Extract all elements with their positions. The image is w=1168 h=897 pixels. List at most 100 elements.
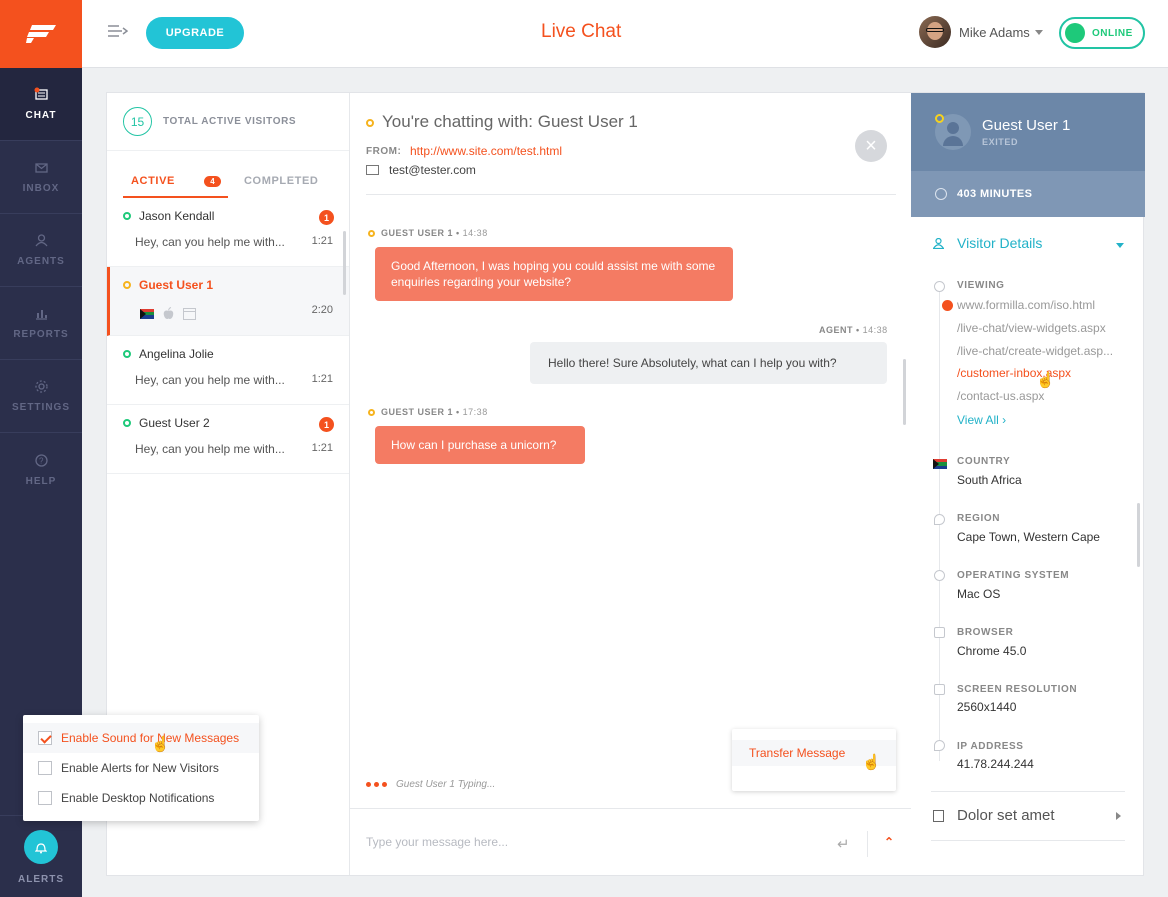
status-dot — [123, 212, 131, 220]
divider — [867, 831, 868, 857]
view-all-link[interactable]: View All › — [957, 413, 1006, 427]
upgrade-button[interactable]: UPGRADE — [146, 17, 244, 49]
extra-section[interactable]: Dolor set amet — [931, 791, 1125, 841]
menu-toggle-icon[interactable] — [108, 24, 129, 43]
list-item[interactable]: Guest User 1 2:20 — [107, 267, 349, 336]
os-label: OPERATING SYSTEM — [957, 570, 1070, 581]
logo-icon — [26, 25, 56, 43]
viewed-page-link[interactable]: www.formilla.com/iso.html — [941, 298, 1095, 312]
avatar[interactable] — [919, 16, 951, 48]
sidebar-item-reports[interactable]: REPORTS — [0, 287, 82, 360]
guest-status-dot — [368, 230, 375, 237]
sidebar-item-inbox[interactable]: INBOX — [0, 141, 82, 214]
viewed-page-link[interactable]: /contact-us.aspx — [957, 389, 1044, 403]
message-meta: AGENT • 14:38 — [819, 325, 888, 335]
list-item[interactable]: Guest User 2 1 Hey, can you help me with… — [107, 405, 349, 474]
chevron-down-icon[interactable] — [1035, 30, 1043, 35]
region-value: Cape Town, Western Cape — [957, 530, 1100, 544]
list-item[interactable]: Angelina Jolie Hey, can you help me with… — [107, 336, 349, 405]
chevron-down-icon[interactable] — [1116, 243, 1124, 248]
browser-value: Chrome 45.0 — [957, 644, 1027, 658]
list-item[interactable]: Jason Kendall 1 Hey, can you help me wit… — [107, 198, 349, 267]
os-value: Mac OS — [957, 587, 1001, 601]
checkbox[interactable] — [38, 761, 52, 775]
browser-icon — [183, 307, 196, 320]
hand-cursor-icon: ☝ — [151, 736, 170, 753]
sidebar-item-settings[interactable]: SETTINGS — [0, 360, 82, 433]
formilla-logo[interactable] — [0, 0, 82, 68]
close-chat-button[interactable]: × — [855, 130, 887, 162]
visitor-preview: Hey, can you help me with... — [135, 235, 285, 249]
browser-icon — [934, 627, 945, 638]
checkbox[interactable] — [38, 731, 52, 745]
browser-label: BROWSER — [957, 627, 1014, 638]
message-composer: Type your message here... ↵ ⌃ — [350, 808, 911, 875]
message-time: 17:38 — [462, 407, 488, 417]
apple-icon — [163, 307, 174, 319]
hand-cursor-icon: ☝ — [1036, 372, 1055, 389]
south-africa-flag-icon — [140, 308, 154, 319]
sidebar-item-agents[interactable]: AGENTS — [0, 214, 82, 287]
visitor-tabs: ACTIVE 4 COMPLETED — [123, 151, 333, 198]
total-visitors-label: TOTAL ACTIVE VISITORS — [163, 116, 297, 127]
visitor-time: 1:21 — [311, 442, 333, 454]
viewed-page-link[interactable]: /live-chat/create-widget.asp... — [957, 344, 1113, 358]
typing-text: Guest User 1 Typing... — [396, 779, 496, 790]
location-pin-icon — [934, 514, 945, 525]
typing-indicator: Guest User 1 Typing... — [366, 779, 495, 790]
total-visitors-count: 15 — [123, 107, 152, 136]
details-scrollbar[interactable] — [1137, 503, 1140, 567]
notification-settings-popup: Enable Sound for New Messages Enable Ale… — [23, 715, 259, 821]
enable-alerts-option[interactable]: Enable Alerts for New Visitors — [23, 753, 259, 783]
from-label: FROM: — [366, 146, 402, 157]
from-url-link[interactable]: http://www.site.com/test.html — [410, 144, 562, 158]
tab-completed[interactable]: COMPLETED — [244, 175, 318, 187]
svg-text:?: ? — [39, 456, 44, 465]
enable-desktop-notifications-option[interactable]: Enable Desktop Notifications — [23, 783, 259, 813]
unread-badge: 1 — [319, 210, 334, 225]
chat-scrollbar[interactable] — [903, 359, 906, 425]
user-icon — [933, 238, 944, 249]
message-author: GUEST USER 1 — [381, 407, 454, 417]
status-dot — [123, 419, 131, 427]
visitor-icons — [140, 307, 196, 320]
viewed-page-link[interactable]: /live-chat/view-widgets.aspx — [957, 321, 1106, 335]
sidebar-item-help[interactable]: ? HELP — [0, 433, 82, 506]
message-meta: GUEST USER 1 • 14:38 — [368, 228, 488, 238]
guest-status-dot — [366, 119, 374, 127]
visitor-header-status: EXITED — [982, 137, 1019, 147]
enable-sound-option[interactable]: Enable Sound for New Messages — [23, 723, 259, 753]
sidebar-item-label: REPORTS — [13, 329, 69, 340]
status-dot — [123, 281, 131, 289]
hand-cursor-icon: ☝ — [862, 754, 881, 771]
user-name[interactable]: Mike Adams — [959, 25, 1030, 40]
option-label: Enable Alerts for New Visitors — [61, 761, 219, 775]
sidebar-item-label: CHAT — [25, 110, 57, 121]
page-title: Live Chat — [541, 21, 622, 42]
checkbox[interactable] — [38, 791, 52, 805]
message-time: 14:38 — [862, 325, 888, 335]
visitor-list-scrollbar[interactable] — [343, 231, 346, 295]
ip-value: 41.78.244.244 — [957, 757, 1034, 771]
alerts[interactable]: ALERTS — [0, 815, 82, 897]
visitor-name: Angelina Jolie — [139, 347, 214, 361]
top-bar: UPGRADE Live Chat Mike Adams ONLINE — [82, 0, 1168, 68]
chat-message: Good Afternoon, I was hoping you could a… — [375, 247, 733, 301]
mail-icon — [366, 165, 379, 175]
resolution-value: 2560x1440 — [957, 700, 1017, 714]
clock-icon — [935, 188, 947, 200]
country-label: COUNTRY — [957, 456, 1011, 467]
sidebar-item-label: SETTINGS — [11, 402, 70, 413]
status-toggle[interactable]: ONLINE — [1059, 17, 1145, 49]
chevron-up-icon[interactable]: ⌃ — [884, 835, 894, 849]
visitor-time: 1:21 — [311, 373, 333, 385]
tab-active[interactable]: ACTIVE 4 — [123, 172, 228, 198]
status-dot — [123, 350, 131, 358]
apple-icon — [934, 570, 945, 581]
enter-icon[interactable]: ↵ — [837, 835, 850, 853]
chat-panel: You're chatting with: Guest User 1 FROM:… — [350, 93, 911, 875]
sidebar-item-chat[interactable]: CHAT — [0, 68, 82, 141]
chevron-right-icon — [1116, 812, 1121, 820]
message-input[interactable]: Type your message here... — [366, 835, 508, 849]
bell-icon[interactable] — [24, 830, 58, 864]
